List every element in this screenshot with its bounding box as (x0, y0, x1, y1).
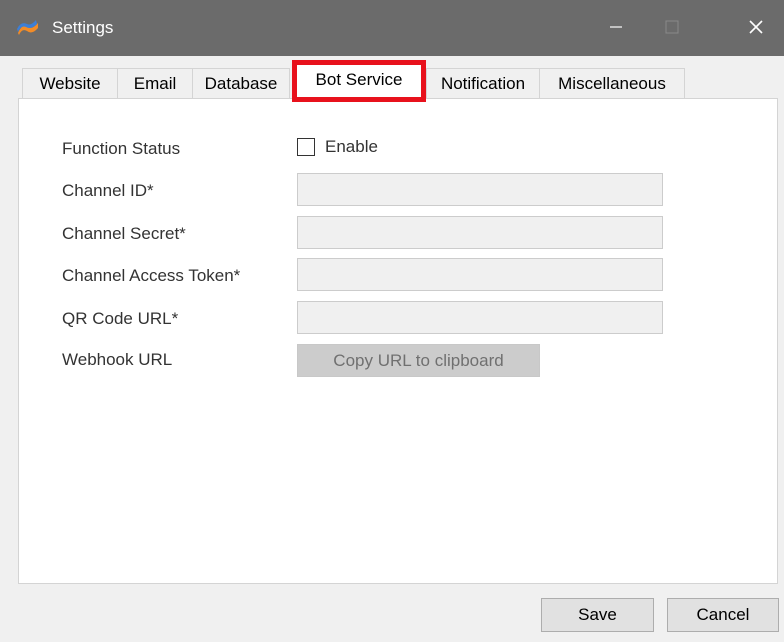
qr-code-url-input[interactable] (297, 301, 663, 334)
channel-secret-input[interactable] (297, 216, 663, 249)
title-bar[interactable]: Settings (0, 0, 784, 56)
channel-id-input[interactable] (297, 173, 663, 206)
qr-code-url-label: QR Code URL* (62, 309, 179, 328)
channel-id-label: Channel ID* (62, 181, 154, 200)
save-button[interactable]: Save (541, 598, 654, 632)
tab-notification[interactable]: Notification (426, 68, 540, 98)
cancel-button[interactable]: Cancel (667, 598, 779, 632)
tab-database[interactable]: Database (192, 68, 290, 98)
tab-miscellaneous[interactable]: Miscellaneous (539, 68, 685, 98)
channel-secret-label: Channel Secret* (62, 224, 186, 243)
channel-access-token-input[interactable] (297, 258, 663, 291)
tab-email[interactable]: Email (117, 68, 193, 98)
close-button[interactable] (728, 0, 784, 56)
tab-website[interactable]: Website (22, 68, 118, 98)
app-logo-icon (16, 19, 40, 37)
close-icon (749, 20, 763, 34)
enable-checkbox-label[interactable]: Enable (325, 135, 378, 159)
minimize-icon (610, 26, 622, 28)
webhook-url-label: Webhook URL (62, 350, 173, 369)
maximize-icon (665, 20, 679, 34)
enable-checkbox[interactable] (297, 138, 315, 156)
settings-window: Settings Website Email Database Bot Serv… (0, 0, 784, 642)
window-title: Settings (52, 18, 114, 37)
maximize-button[interactable] (644, 0, 700, 56)
channel-access-token-label: Channel Access Token* (62, 266, 241, 285)
copy-url-button[interactable]: Copy URL to clipboard (297, 344, 540, 377)
tab-bot-service[interactable]: Bot Service (292, 60, 426, 102)
bot-service-panel (18, 98, 778, 584)
minimize-button[interactable] (588, 0, 644, 56)
function-status-label: Function Status (62, 139, 181, 158)
